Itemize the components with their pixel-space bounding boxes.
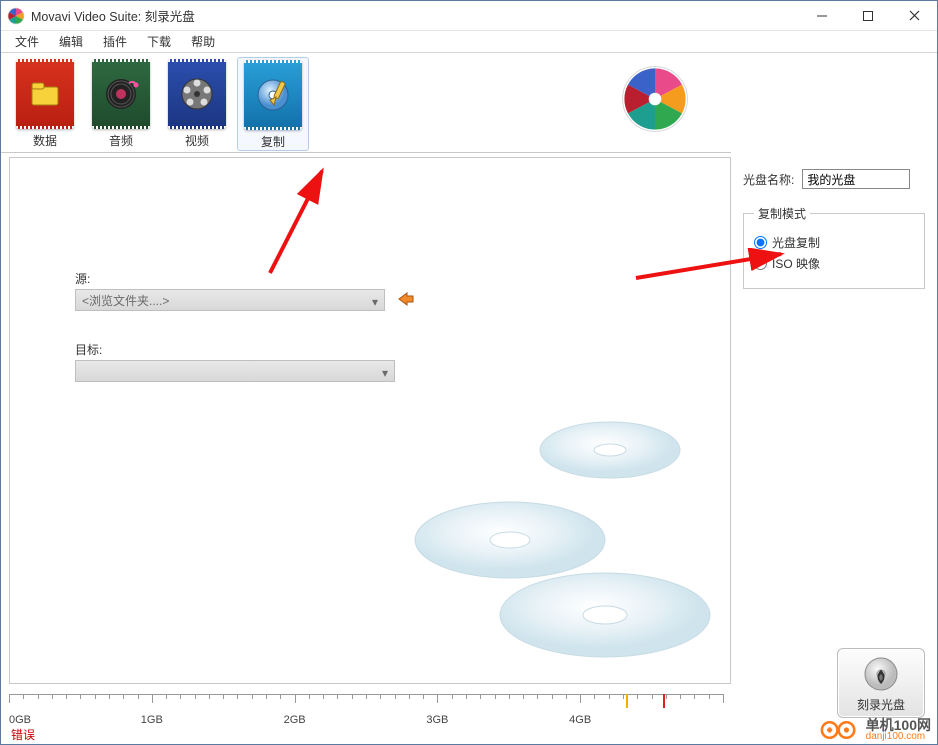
- disc-decoration: [400, 410, 720, 673]
- disc-name-label: 光盘名称:: [743, 171, 794, 188]
- burn-disc-icon: [861, 654, 901, 694]
- tab-data[interactable]: 数据: [9, 57, 81, 151]
- browse-icon[interactable]: [397, 291, 415, 310]
- tab-label: 数据: [33, 132, 57, 149]
- tab-video[interactable]: 视频: [161, 57, 233, 151]
- main-area: 源: <浏览文件夹....> ▾ 目标: ▾: [9, 157, 731, 684]
- close-button[interactable]: [891, 1, 937, 31]
- left-column: 数据 音频: [1, 53, 731, 724]
- vinyl-icon: [102, 75, 140, 113]
- radio-disc-copy-input[interactable]: [754, 236, 767, 249]
- source-label: 源:: [75, 270, 415, 287]
- source-value: <浏览文件夹....>: [82, 292, 169, 309]
- chevron-down-icon: ▾: [382, 366, 388, 380]
- minimize-icon: [817, 11, 827, 21]
- target-label: 目标:: [75, 341, 415, 358]
- category-toolbar: 数据 音频: [1, 53, 731, 153]
- burn-button-label: 刻录光盘: [857, 696, 905, 713]
- tab-audio[interactable]: 音频: [85, 57, 157, 151]
- tab-copy[interactable]: 复制: [237, 57, 309, 151]
- maximize-icon: [863, 11, 873, 21]
- radio-iso-input[interactable]: [754, 257, 767, 270]
- menu-help[interactable]: 帮助: [181, 31, 225, 52]
- watermark-line2: danji100.com: [866, 732, 931, 742]
- body: 数据 音频: [1, 53, 937, 724]
- size-ruler: 0GB1GB2GB3GB4GB: [9, 688, 723, 724]
- burn-button[interactable]: 刻录光盘: [837, 648, 925, 718]
- annotation-arrow: [260, 163, 340, 283]
- menu-plugins[interactable]: 插件: [93, 31, 137, 52]
- watermark: 单机100网 danji100.com: [820, 718, 931, 742]
- radio-iso-image[interactable]: ISO 映像: [754, 255, 914, 272]
- folder-icon: [28, 77, 62, 111]
- copy-mode-legend: 复制模式: [754, 205, 810, 222]
- maximize-button[interactable]: [845, 1, 891, 31]
- tab-label: 复制: [261, 133, 285, 150]
- disc-name-input[interactable]: [802, 169, 910, 189]
- window-title: Movavi Video Suite: 刻录光盘: [31, 6, 195, 25]
- tab-label: 音频: [109, 132, 133, 149]
- target-combo[interactable]: ▾: [75, 360, 395, 382]
- titlebar: Movavi Video Suite: 刻录光盘: [1, 1, 937, 31]
- film-reel-icon: [178, 75, 216, 113]
- menubar: 文件 编辑 插件 下载 帮助: [1, 31, 937, 53]
- chevron-down-icon: ▾: [372, 295, 378, 309]
- app-window: Movavi Video Suite: 刻录光盘 文件 编辑 插件 下载 帮助: [0, 0, 938, 745]
- menu-download[interactable]: 下载: [137, 31, 181, 52]
- tab-label: 视频: [185, 132, 209, 149]
- source-combo[interactable]: <浏览文件夹....> ▾: [75, 289, 385, 311]
- watermark-icon: [820, 719, 860, 741]
- right-panel: 光盘名称: 复制模式 光盘复制 ISO 映像: [731, 53, 937, 724]
- copy-disc-icon: [253, 75, 293, 115]
- radio-label: 光盘复制: [772, 234, 820, 251]
- movavi-logo: [619, 63, 691, 138]
- copy-mode-group: 复制模式 光盘复制 ISO 映像: [743, 205, 925, 289]
- radio-disc-copy[interactable]: 光盘复制: [754, 234, 914, 251]
- watermark-line1: 单机100网: [866, 718, 931, 732]
- menu-edit[interactable]: 编辑: [49, 31, 93, 52]
- radio-label: ISO 映像: [772, 255, 820, 272]
- minimize-button[interactable]: [799, 1, 845, 31]
- copy-form: 源: <浏览文件夹....> ▾ 目标: ▾: [75, 270, 415, 382]
- menu-file[interactable]: 文件: [5, 31, 49, 52]
- close-icon: [909, 10, 920, 21]
- app-icon: [7, 7, 25, 25]
